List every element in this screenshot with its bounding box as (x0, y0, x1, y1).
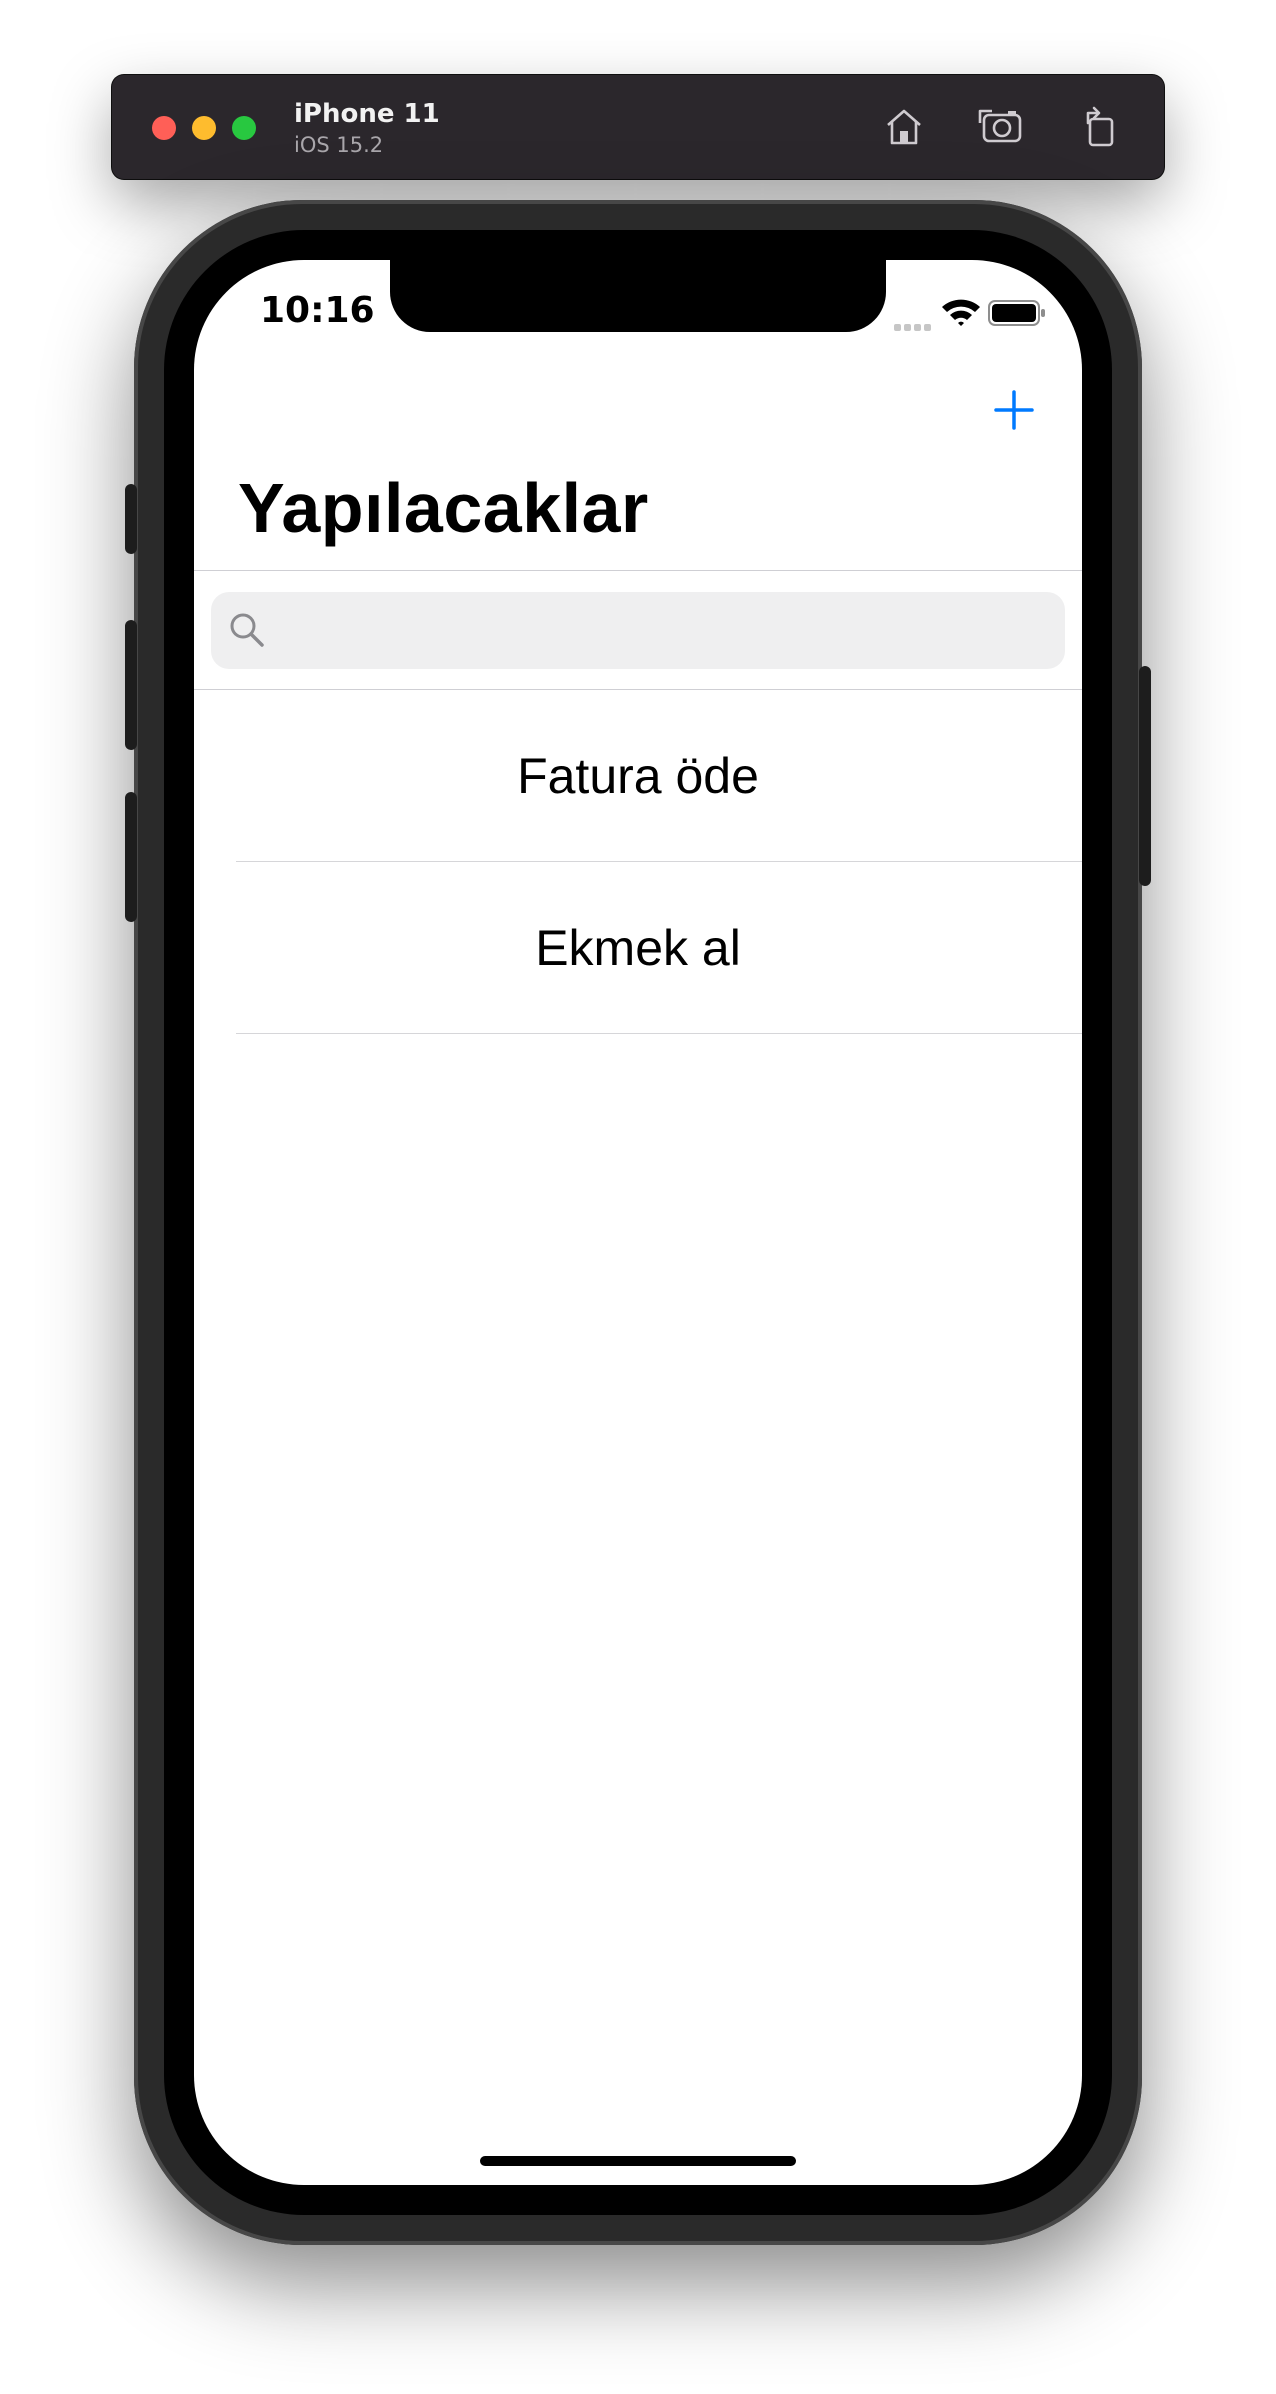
volume-down-button (125, 792, 137, 922)
add-button[interactable] (990, 386, 1038, 434)
search-bar[interactable] (211, 592, 1065, 671)
simulator-stage: iPhone 11 iOS 15.2 10:16 Yapılacaklar Fa… (0, 0, 1276, 2394)
wifi-icon (942, 299, 980, 326)
device-name: iPhone 11 (294, 99, 440, 129)
silent-switch (125, 484, 137, 554)
volume-up-button (125, 620, 137, 750)
side-button (1139, 666, 1151, 886)
cellular-signal-icon (894, 318, 934, 336)
page-title: Yapılacaklar (238, 469, 649, 547)
status-time: 10:16 (260, 290, 375, 331)
nav-divider (194, 570, 1082, 571)
close-window-button[interactable] (152, 116, 176, 140)
phone-screen: 10:16 Yapılacaklar Fatura öde Ekmek al (194, 260, 1082, 2185)
device-os-version: iOS 15.2 (294, 133, 384, 157)
simulator-toolbar: iPhone 11 iOS 15.2 (112, 75, 1164, 179)
notch (390, 260, 886, 332)
list-separator (236, 1033, 1082, 1034)
todo-list: Fatura öde Ekmek al (194, 690, 1082, 1034)
zoom-window-button[interactable] (232, 116, 256, 140)
search-input[interactable] (273, 592, 1057, 671)
list-item-label: Ekmek al (535, 920, 741, 976)
list-item-label: Fatura öde (517, 748, 759, 804)
plus-icon (994, 390, 1034, 430)
screenshot-icon[interactable] (976, 101, 1028, 153)
battery-icon (988, 300, 1045, 326)
list-item[interactable]: Ekmek al (194, 862, 1082, 1034)
home-icon[interactable] (878, 101, 930, 153)
rotate-icon[interactable] (1074, 101, 1126, 153)
home-indicator[interactable] (480, 2156, 796, 2166)
minimize-window-button[interactable] (192, 116, 216, 140)
list-item[interactable]: Fatura öde (194, 690, 1082, 862)
search-icon (230, 613, 264, 647)
